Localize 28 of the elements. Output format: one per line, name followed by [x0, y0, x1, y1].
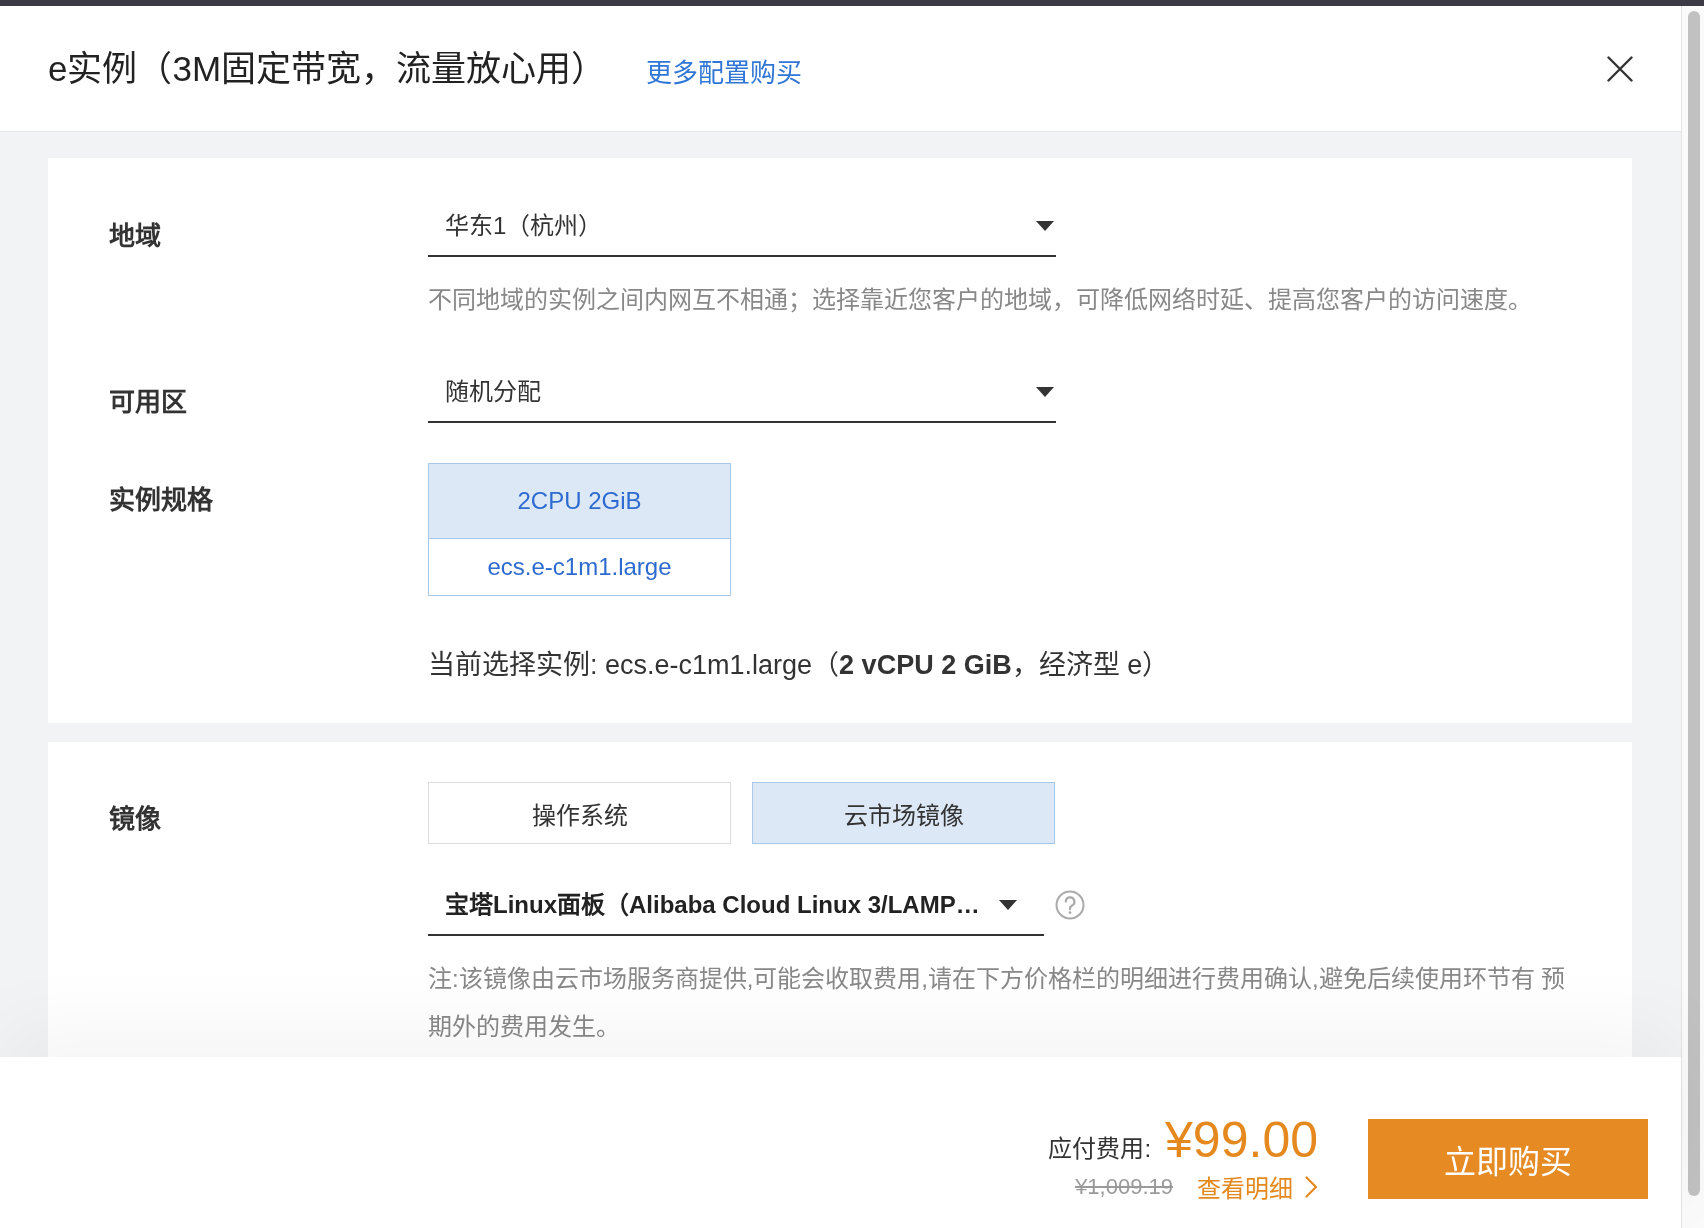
field-label: 实例规格 — [108, 484, 214, 517]
current-instance-text: 当前选择实例: ecs.e-c1m1.large（2 vCPU 2 GiB，经济型 e） — [428, 649, 1170, 682]
select-field[interactable]: 华东1（杭州） — [428, 203, 1056, 257]
chevron-icon — [1305, 1175, 1318, 1198]
image-source-tab[interactable]: 云市场镜像 — [752, 782, 1055, 844]
scrollbar-thumb[interactable] — [1688, 11, 1700, 1196]
image-source-tab[interactable]: 操作系统 — [428, 782, 731, 844]
field-label: 镜像 — [108, 803, 162, 836]
original-price-text: ¥1,009.19 — [1075, 1173, 1173, 1200]
spec-option[interactable]: 2CPU 2GiB ecs.e-c1m1.large — [428, 463, 731, 596]
caret-icon — [999, 900, 1017, 910]
spec-option-title: 2CPU 2GiB — [429, 464, 730, 539]
price-label: 应付费用: — [1048, 1134, 1152, 1164]
help-icon[interactable] — [1055, 890, 1085, 920]
field-label: 地域 — [108, 220, 162, 253]
field-label: 可用区 — [108, 386, 188, 419]
price-text: ¥99.00 — [1165, 1113, 1318, 1167]
caret-icon — [1036, 387, 1054, 397]
select-field[interactable]: 随机分配 — [428, 369, 1056, 423]
dialog-title: e实例（3M固定带宽，流量放心用） — [48, 47, 607, 90]
more-config-link[interactable]: 更多配置购买 — [646, 52, 803, 89]
caret-icon — [1036, 221, 1054, 231]
close-button[interactable] — [1606, 54, 1634, 83]
select-field[interactable]: 宝塔Linux面板（Alibaba Cloud Linux 3/LAMP… — [428, 882, 1044, 936]
spec-option-code: ecs.e-c1m1.large — [486, 552, 673, 582]
note-text: 注:该镜像由云市场服务商提供,可能会收取费用,请在下方价格栏的明细进行费用确认,避免后续使用环节有 预期外的费用发生。 — [428, 964, 1567, 1042]
close-icon — [1607, 55, 1633, 82]
hint-text: 不同地域的实例之间内网互不相通；选择靠近您客户的地域，可降低网络时延、提高您客户的访问速度。 — [428, 285, 1532, 315]
